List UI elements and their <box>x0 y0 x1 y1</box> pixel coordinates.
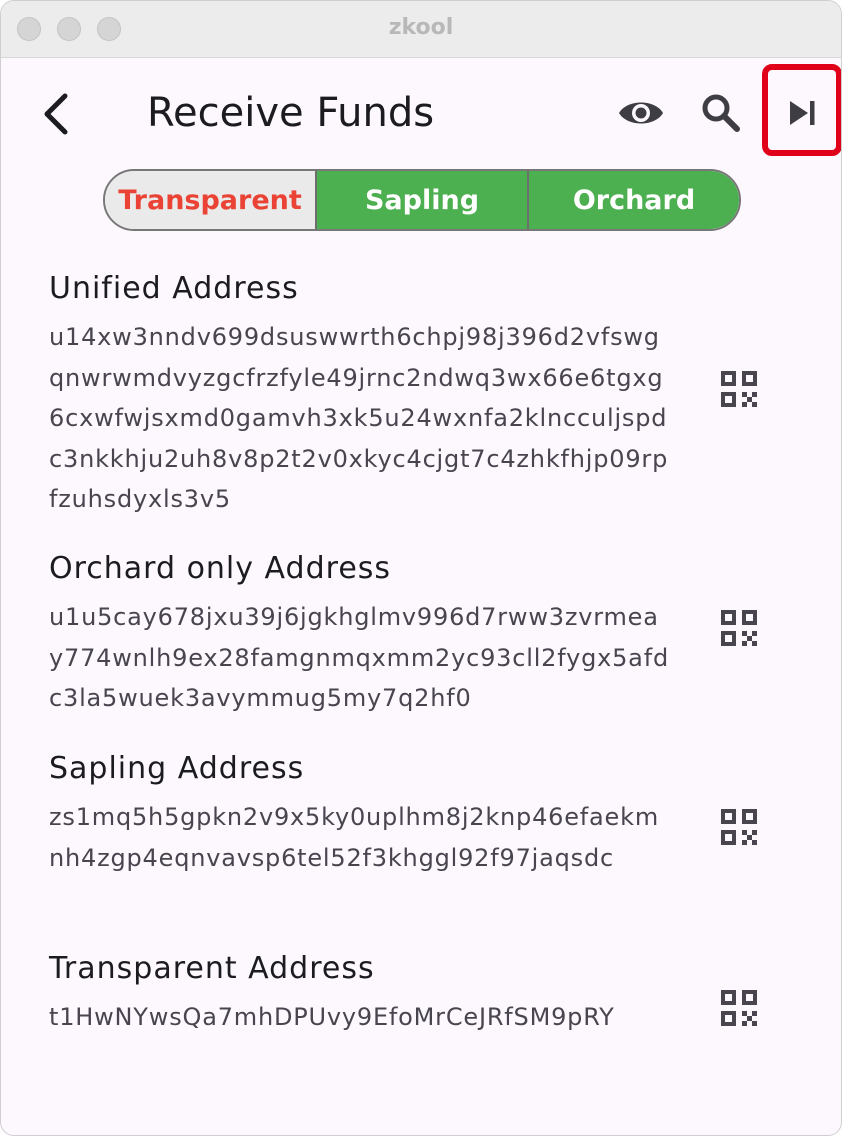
app-bar: Receive Funds <box>1 58 841 168</box>
address-value[interactable]: zs1mq5h5gpkn2v9x5ky0uplhm8j2knp46efaekmn… <box>49 797 669 878</box>
arrow-back-icon <box>44 93 68 135</box>
eye-icon <box>619 102 663 124</box>
toggle-visibility-button[interactable] <box>615 87 667 139</box>
address-type-toggle: Transparent Sapling Orchard <box>103 169 741 231</box>
address-item: Orchard only Address u1u5cay678jxu39j6jg… <box>49 549 669 719</box>
qr-code-icon <box>721 809 757 845</box>
qr-code-button[interactable] <box>715 365 763 413</box>
address-label: Unified Address <box>49 271 299 306</box>
address-label: Orchard only Address <box>49 551 392 586</box>
address-item: Transparent Address t1HwNYwsQa7mhDPUvy9E… <box>49 949 669 1038</box>
title-bar: zkool <box>1 1 841 58</box>
address-value[interactable]: t1HwNYwsQa7mhDPUvy9EfoMrCeJRfSM9pRY <box>49 997 669 1038</box>
address-label: Sapling Address <box>49 751 305 786</box>
qr-code-button[interactable] <box>715 803 763 851</box>
search-button[interactable] <box>695 87 747 139</box>
tab-transparent[interactable]: Transparent <box>105 171 315 229</box>
page-title: Receive Funds <box>147 90 435 136</box>
tab-sapling[interactable]: Sapling <box>315 171 527 229</box>
qr-code-icon <box>721 371 757 407</box>
address-label: Transparent Address <box>49 951 375 986</box>
qr-code-icon <box>721 610 757 646</box>
app-window: zkool Receive Funds Transparent Sapling … <box>0 0 842 1136</box>
address-item: Sapling Address zs1mq5h5gpkn2v9x5ky0uplh… <box>49 749 669 878</box>
address-value[interactable]: u1u5cay678jxu39j6jgkhglmv996d7rww3zvrmea… <box>49 597 669 719</box>
address-item: Unified Address u14xw3nndv699dsuswwrth6c… <box>49 269 669 520</box>
qr-code-button[interactable] <box>715 604 763 652</box>
qr-code-button[interactable] <box>715 984 763 1032</box>
search-icon <box>702 94 740 132</box>
back-button[interactable] <box>31 88 83 140</box>
address-value[interactable]: u14xw3nndv699dsuswwrth6chpj98j396d2vfswg… <box>49 317 669 520</box>
highlight-box <box>762 64 841 156</box>
qr-code-icon <box>721 990 757 1026</box>
window-title: zkool <box>388 15 454 40</box>
tab-orchard[interactable]: Orchard <box>527 171 739 229</box>
